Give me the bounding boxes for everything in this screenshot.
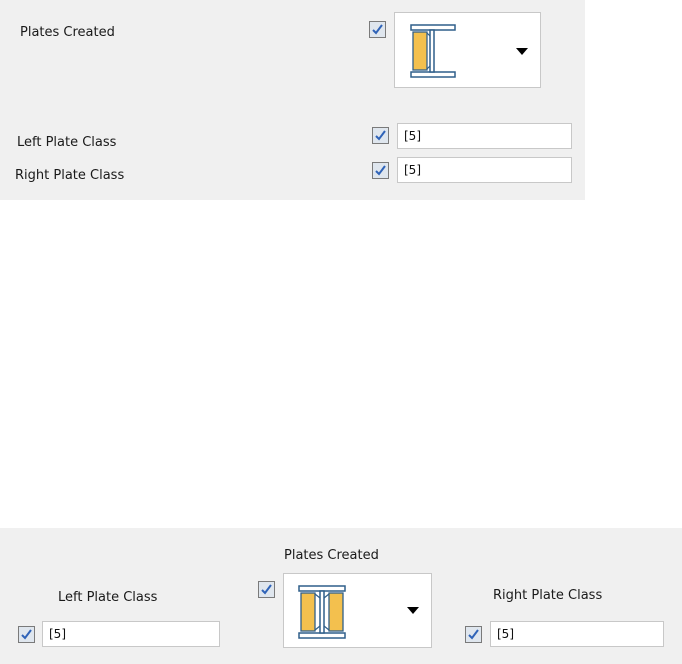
right-plate-class-label: Right Plate Class: [15, 168, 125, 183]
plates-created-label: Plates Created: [284, 548, 379, 563]
dropdown-arrow-icon: [407, 607, 419, 614]
check-mark-icon: [375, 165, 386, 176]
check-mark-icon: [261, 584, 272, 595]
right-plate-class-checkbox[interactable]: [372, 162, 389, 179]
plates-created-label: Plates Created: [20, 25, 115, 40]
plates-created-checkbox[interactable]: [369, 21, 386, 38]
right-plate-class-input[interactable]: [5]: [397, 157, 572, 183]
left-plate-class-input[interactable]: [5]: [42, 621, 220, 647]
left-plate-class-label: Left Plate Class: [17, 135, 117, 150]
bottom-panel: Plates Created Left Plate Class [5] Righ…: [0, 528, 682, 664]
i-beam-left-plate-icon: [410, 24, 456, 78]
left-plate-class-checkbox[interactable]: [18, 626, 35, 643]
right-plate-class-input[interactable]: [5]: [490, 621, 664, 647]
left-plate-class-checkbox[interactable]: [372, 127, 389, 144]
check-mark-icon: [468, 629, 479, 640]
plates-created-dropdown[interactable]: [283, 573, 432, 648]
plates-created-checkbox[interactable]: [258, 581, 275, 598]
plates-created-dropdown[interactable]: [394, 12, 541, 88]
left-plate-class-label: Left Plate Class: [58, 590, 158, 605]
left-plate-class-input[interactable]: [5]: [397, 123, 572, 149]
i-beam-both-plates-icon: [298, 585, 346, 639]
right-plate-class-label: Right Plate Class: [493, 588, 603, 603]
dropdown-arrow-icon: [516, 48, 528, 55]
check-mark-icon: [375, 130, 386, 141]
right-plate-class-checkbox[interactable]: [465, 626, 482, 643]
top-panel: Plates Created Left Plate Class [5] Righ…: [0, 0, 585, 200]
check-mark-icon: [21, 629, 32, 640]
check-mark-icon: [372, 24, 383, 35]
